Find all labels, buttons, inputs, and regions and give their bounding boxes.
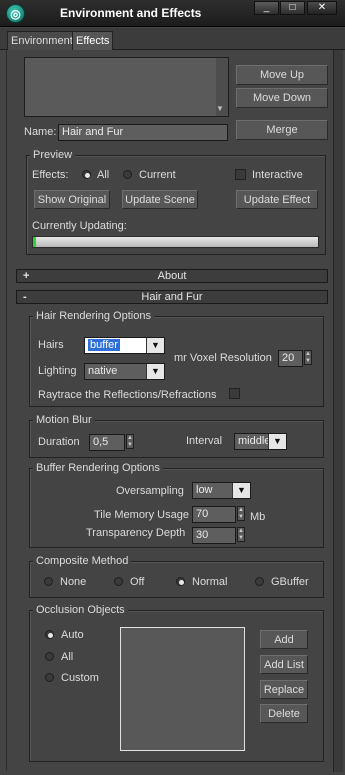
update-progress-bar <box>32 236 319 248</box>
oversampling-value: low <box>196 484 213 496</box>
preview-title: Preview <box>30 149 76 161</box>
interactive-label: Interactive <box>252 169 303 181</box>
raytrace-label: Raytrace the Reflections/Refractions <box>38 389 217 401</box>
update-scene-button[interactable]: Update Scene <box>122 190 198 209</box>
occlusion-objects-title: Occlusion Objects <box>33 604 128 616</box>
duration-input[interactable]: 0,5 <box>89 434 125 451</box>
occlusion-all-radio[interactable] <box>45 652 54 661</box>
tile-memory-unit: Mb <box>250 511 266 523</box>
hair-and-fur-rollout[interactable]: - Hair and Fur <box>16 290 328 304</box>
move-up-button[interactable]: Move Up <box>236 65 328 85</box>
close-button[interactable]: ✕ <box>307 1 337 15</box>
lighting-value: native <box>88 365 118 377</box>
composite-none-label: None <box>60 576 87 588</box>
chevron-down-icon: ▼ <box>268 434 286 449</box>
occlusion-all-label: All <box>61 651 74 663</box>
maximize-button[interactable]: □ <box>280 1 305 15</box>
about-title: About <box>157 270 187 282</box>
lighting-label: Lighting <box>38 365 77 377</box>
lighting-dropdown[interactable]: native ▼ <box>84 363 165 380</box>
add-button[interactable]: Add <box>260 630 308 649</box>
composite-off-radio[interactable] <box>114 577 123 586</box>
occlusion-custom-radio[interactable] <box>45 673 54 682</box>
app-icon[interactable]: ◎ <box>6 4 25 23</box>
hairs-dropdown[interactable]: buffer ▼ <box>84 337 165 354</box>
panel-scrollbar[interactable] <box>333 50 343 772</box>
maximize-icon: □ <box>289 2 296 13</box>
occlusion-objects-list[interactable] <box>120 627 245 751</box>
chevron-down-icon: ▼ <box>146 338 164 353</box>
effects-current-label: Current <box>139 169 176 181</box>
composite-method-title: Composite Method <box>33 555 132 567</box>
move-down-button[interactable]: Move Down <box>236 88 328 108</box>
tile-memory-spinner[interactable]: ▲ ▼ <box>237 506 245 521</box>
chevron-down-icon: ▼ <box>232 483 250 498</box>
voxel-resolution-input[interactable]: 20 <box>278 350 303 367</box>
occlusion-custom-label: Custom <box>61 672 99 684</box>
composite-normal-label: Normal <box>192 576 228 588</box>
replace-button[interactable]: Replace <box>260 680 308 699</box>
oversampling-dropdown[interactable]: low ▼ <box>192 482 251 499</box>
add-list-button[interactable]: Add List <box>260 655 308 674</box>
effects-label: Effects: <box>32 169 69 181</box>
tab-environment[interactable]: Environment <box>7 31 77 50</box>
duration-label: Duration <box>38 436 80 448</box>
interval-dropdown[interactable]: middle ▼ <box>234 433 287 450</box>
currently-updating-label: Currently Updating: <box>32 220 127 232</box>
effects-all-label: All <box>97 169 110 181</box>
chevron-down-icon: ▼ <box>146 364 164 379</box>
transparency-depth-spinner[interactable]: ▲ ▼ <box>237 527 245 542</box>
hair-rendering-title: Hair Rendering Options <box>33 310 154 322</box>
buffer-rendering-title: Buffer Rendering Options <box>33 462 163 474</box>
composite-gbuffer-label: GBuffer <box>271 576 309 588</box>
show-original-button[interactable]: Show Original <box>34 190 110 209</box>
effects-current-radio[interactable] <box>123 170 132 179</box>
oversampling-label: Oversampling <box>116 485 184 497</box>
interactive-checkbox[interactable] <box>235 169 246 180</box>
name-label: Name: <box>24 126 57 138</box>
minimize-button[interactable]: _ <box>254 1 279 15</box>
occlusion-auto-radio[interactable] <box>45 630 54 639</box>
composite-off-label: Off <box>130 576 145 588</box>
window-title: Environment and Effects <box>60 6 202 20</box>
about-rollout[interactable]: + About <box>16 269 328 283</box>
delete-button[interactable]: Delete <box>260 704 308 723</box>
composite-normal-radio[interactable] <box>176 577 185 586</box>
progress-fill <box>33 237 36 247</box>
hairs-label: Hairs <box>38 339 64 351</box>
motion-blur-title: Motion Blur <box>33 414 95 426</box>
effects-all-radio[interactable] <box>82 170 91 179</box>
interval-value: middle <box>238 435 271 447</box>
voxel-resolution-label: mr Voxel Resolution <box>174 352 272 364</box>
interval-label: Interval <box>186 435 223 447</box>
tab-effects[interactable]: Effects <box>72 31 114 50</box>
minimize-icon: _ <box>263 2 270 13</box>
effect-name-input[interactable]: Hair and Fur <box>58 124 228 141</box>
duration-spinner[interactable]: ▲ ▼ <box>126 434 134 449</box>
raytrace-checkbox[interactable] <box>229 388 240 399</box>
close-icon: ✕ <box>317 2 327 13</box>
transparency-depth-input[interactable]: 30 <box>192 527 236 544</box>
composite-none-radio[interactable] <box>44 577 53 586</box>
voxel-resolution-spinner[interactable]: ▲ ▼ <box>304 350 312 365</box>
update-effect-button[interactable]: Update Effect <box>236 190 318 209</box>
tile-memory-input[interactable]: 70 <box>192 506 236 523</box>
composite-gbuffer-radio[interactable] <box>255 577 264 586</box>
merge-button[interactable]: Merge <box>236 120 328 140</box>
scroll-down-icon[interactable]: ▼ <box>216 104 224 113</box>
tile-memory-label: Tile Memory Usage <box>94 509 189 521</box>
hair-rollout-title: Hair and Fur <box>141 291 203 303</box>
occlusion-auto-label: Auto <box>61 629 84 641</box>
effects-list[interactable]: ▼ <box>24 57 229 117</box>
hairs-value: buffer <box>88 339 120 351</box>
transparency-depth-label: Transparency Depth <box>86 527 186 539</box>
